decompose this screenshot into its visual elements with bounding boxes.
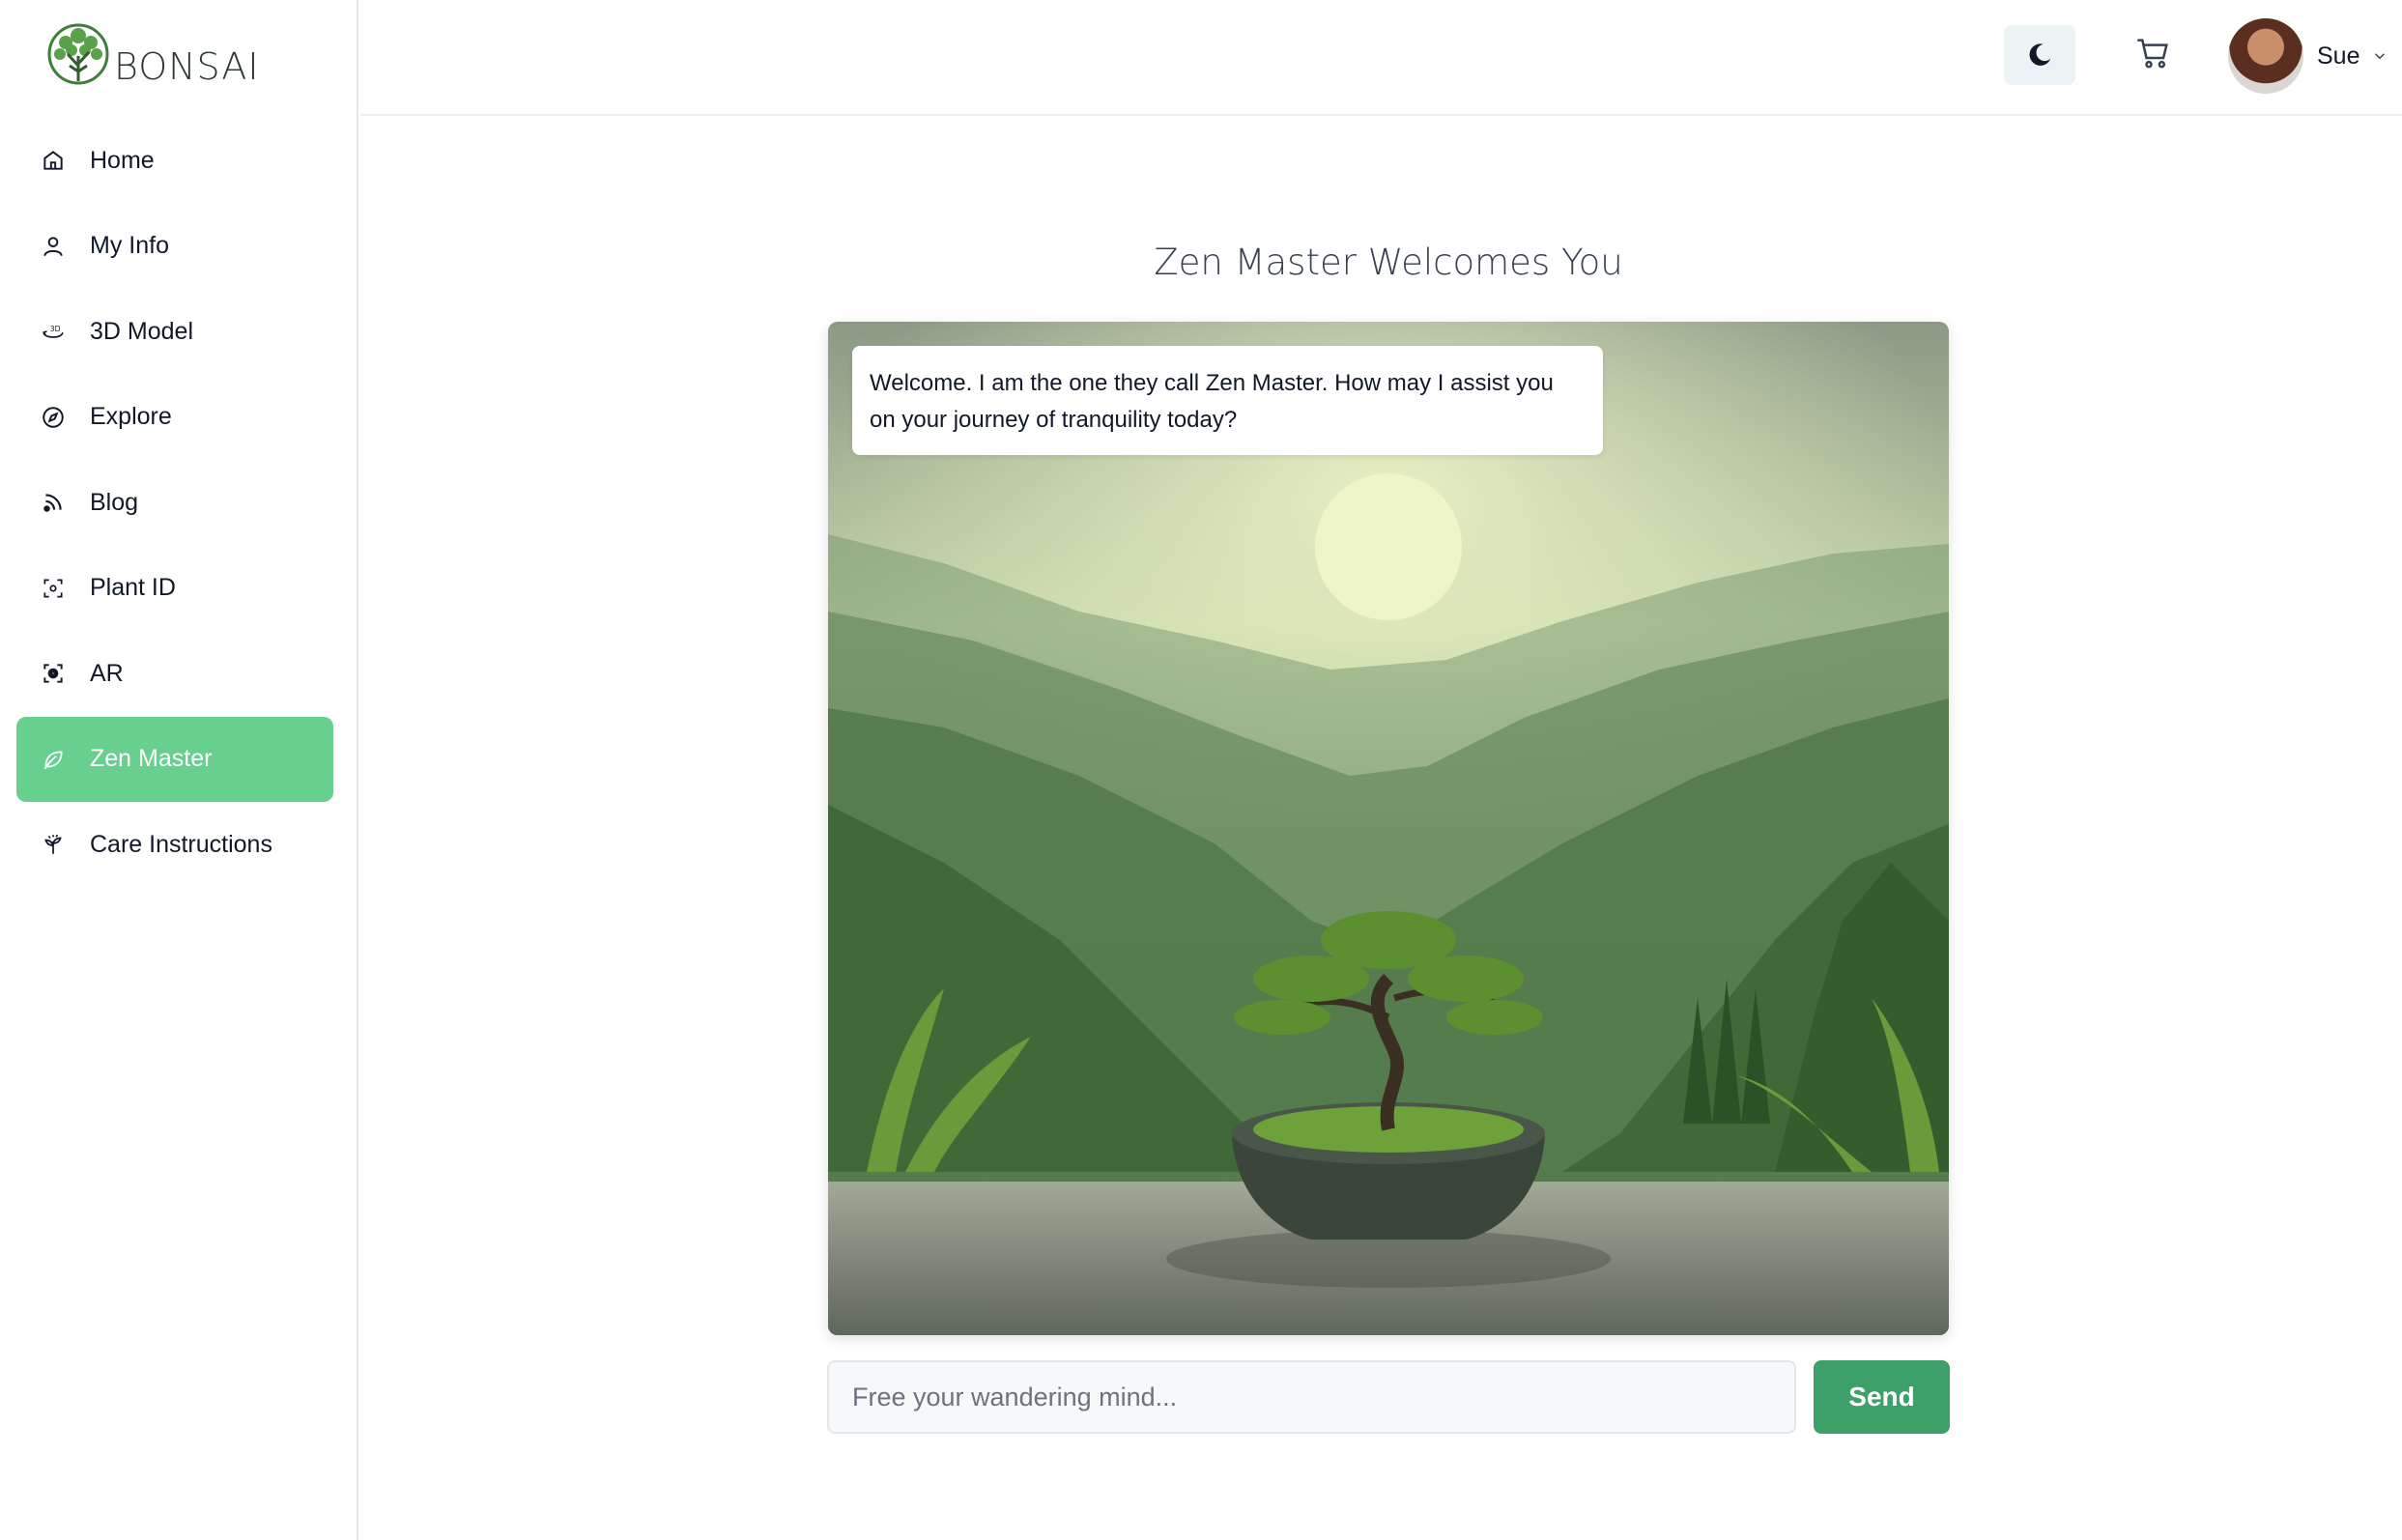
avatar[interactable] (2228, 18, 2303, 94)
sidebar-item-blog[interactable]: Blog (16, 460, 333, 545)
brand-name: BONSAI (114, 45, 260, 88)
ar-scan-icon (40, 660, 67, 687)
sidebar-item-3d-model[interactable]: 3D 3D Model (16, 289, 333, 374)
sidebar-item-label: Care Instructions (90, 830, 272, 858)
sprout-icon (40, 831, 67, 858)
chat-input-row: Send (827, 1360, 1950, 1434)
user-menu[interactable]: Sue (2228, 17, 2388, 95)
sidebar-nav: Home My Info 3D 3D Model Explore Blog Pl… (16, 118, 333, 888)
3d-rotate-icon: 3D (40, 318, 67, 345)
bonsai-landscape-image (828, 322, 1949, 1335)
page-title: Zen Master Welcomes You (1154, 242, 1623, 283)
sidebar-item-label: My Info (90, 232, 169, 259)
user-name: Sue (2317, 42, 2360, 70)
zen-chat-panel: Welcome. I am the one they call Zen Mast… (828, 322, 1949, 1335)
sidebar-item-ar[interactable]: AR (16, 631, 333, 716)
top-header: Sue (360, 0, 2402, 116)
sidebar-item-explore[interactable]: Explore (16, 375, 333, 460)
sidebar-item-label: Blog (90, 488, 139, 516)
chat-input[interactable] (827, 1360, 1796, 1434)
sidebar-item-plant-id[interactable]: Plant ID (16, 546, 333, 631)
sidebar-item-home[interactable]: Home (16, 118, 333, 203)
sidebar-item-label: AR (90, 659, 124, 687)
sidebar-item-my-info[interactable]: My Info (16, 204, 333, 289)
home-icon (40, 147, 67, 174)
sidebar-item-label: Explore (90, 403, 172, 430)
brand-logo[interactable]: BONSAI (44, 21, 260, 95)
send-button[interactable]: Send (1814, 1360, 1950, 1434)
sidebar: BONSAI Home My Info 3D 3D Model Explore (0, 0, 358, 1540)
sidebar-item-label: Plant ID (90, 574, 176, 601)
sidebar-item-label: 3D Model (90, 317, 193, 345)
sidebar-item-care-instructions[interactable]: Care Instructions (16, 802, 333, 887)
cart-button[interactable] (2131, 31, 2176, 75)
zen-master-message: Welcome. I am the one they call Zen Mast… (852, 346, 1603, 455)
theme-toggle-button[interactable] (2004, 25, 2075, 85)
scan-icon (40, 575, 67, 602)
cart-icon (2137, 39, 2168, 69)
sidebar-item-zen-master[interactable]: Zen Master (16, 716, 333, 802)
moon-icon (2029, 43, 2051, 66)
svg-text:3D: 3D (50, 325, 61, 333)
compass-icon (40, 404, 67, 431)
sidebar-item-label: Home (90, 146, 155, 174)
sidebar-item-label: Zen Master (90, 745, 213, 772)
user-icon (40, 233, 67, 260)
rss-icon (40, 489, 67, 516)
chevron-down-icon (2375, 53, 2386, 60)
leaf-icon (40, 746, 67, 773)
bonsai-logo-icon (47, 23, 109, 85)
